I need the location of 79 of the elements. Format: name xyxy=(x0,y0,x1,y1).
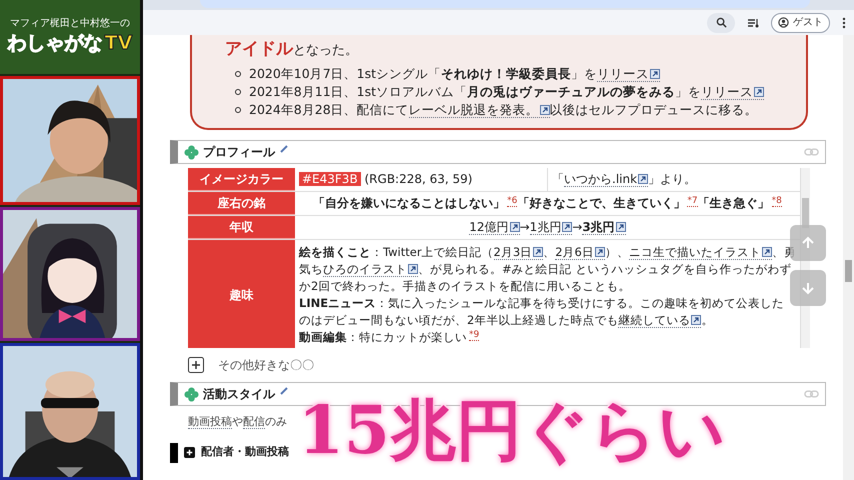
profile-button[interactable]: ゲスト xyxy=(771,12,830,32)
external-link-icon xyxy=(638,174,648,184)
external-link-icon xyxy=(616,222,626,232)
link-icon[interactable] xyxy=(804,389,819,399)
link[interactable]: 動画投稿 xyxy=(188,415,232,429)
footnote-link[interactable]: *8 xyxy=(772,196,782,206)
link[interactable]: 12億円 xyxy=(469,220,520,235)
link-icon[interactable] xyxy=(804,147,819,157)
caption: 15兆円ぐらい xyxy=(298,390,726,471)
section-title: 活動スタイル xyxy=(203,386,275,403)
pencil-icon[interactable] xyxy=(279,144,289,154)
external-link-icon xyxy=(408,264,418,274)
external-link-icon xyxy=(650,69,660,79)
footnote-link[interactable]: *9 xyxy=(469,330,480,340)
table-cell-text: #E43F3B (RGB:228, 63, 59) xyxy=(299,170,472,189)
zoom-icon xyxy=(716,17,726,28)
clover-icon xyxy=(184,144,199,160)
link[interactable]: リリース xyxy=(597,66,660,82)
table-cell-text: 12億円 →1兆円 →3兆円 xyxy=(469,218,626,237)
list-item: 2024年8月28日、配信にて レーベル脱退を発表。 以後はセルフプロデュースに移る。 xyxy=(249,101,758,119)
external-link-icon xyxy=(691,315,702,325)
expand-icon[interactable] xyxy=(188,357,204,373)
link[interactable]: リリース xyxy=(701,84,764,100)
external-link-icon xyxy=(540,105,550,115)
link[interactable]: ニコ生で描いたイラスト xyxy=(628,245,772,260)
media-icon[interactable] xyxy=(747,16,759,28)
logo-title: わしゃがな xyxy=(8,31,103,56)
link[interactable]: 2月3日 xyxy=(494,245,544,260)
footnote-link[interactable]: *6 xyxy=(507,196,518,206)
scrollbar[interactable] xyxy=(843,35,854,480)
link[interactable]: 1兆円 xyxy=(530,220,572,235)
list-item: 2020年10月7日、1stシングル「それゆけ！学級委員長」を リリース xyxy=(249,65,660,83)
external-link-icon xyxy=(594,247,605,257)
external-link-icon xyxy=(510,222,520,232)
color-code: #E43F3B xyxy=(299,172,361,186)
external-link-icon xyxy=(562,222,572,232)
person-icon xyxy=(778,17,789,28)
table-header-cell: 趣味 xyxy=(188,240,295,348)
link[interactable]: 2月6日 xyxy=(555,245,605,260)
arrow-down-icon xyxy=(801,281,815,295)
link[interactable]: 配信 xyxy=(243,415,265,429)
arrow-up-icon xyxy=(801,236,815,250)
bullet xyxy=(235,89,241,95)
link[interactable]: 継続している xyxy=(618,313,702,328)
table-header-cell: 座右の銘 xyxy=(188,192,295,215)
table-cell-text: 動画編集：特にカットが楽しい $^{*9}$ xyxy=(299,329,480,346)
link[interactable]: いつから.link xyxy=(564,172,648,187)
logo-title: TV xyxy=(104,31,132,56)
table-header-cell: イメージカラー xyxy=(188,168,295,191)
table-cell-text: 「自分を嫌いになることはしない」 $^{*6}$「好きなことで、生きていく」 $^{*7}$「生き急ぐ」 $^{*8}$ xyxy=(313,194,782,212)
bullet xyxy=(235,107,241,113)
scrollbar-thumb[interactable] xyxy=(845,260,852,282)
pencil-icon[interactable] xyxy=(279,386,289,396)
link[interactable]: 3兆円 xyxy=(582,220,626,235)
scrollbar-thumb[interactable] xyxy=(802,198,809,228)
external-link-icon xyxy=(533,247,544,257)
expand-toggle[interactable]: その他好きな〇〇 xyxy=(218,356,314,374)
logo-subtitle: マフィア梶田と中村悠一の xyxy=(10,18,130,30)
table-header-cell: 年収 xyxy=(188,216,295,239)
section-bar xyxy=(170,442,178,462)
link[interactable]: ひろのイラスト xyxy=(323,262,418,277)
link[interactable]: レーベル脱退を発表。 xyxy=(408,102,550,118)
external-link-icon xyxy=(754,87,764,97)
zoom-button[interactable] xyxy=(707,12,735,32)
table-cell-text: 「いつから.link 」より。 xyxy=(552,171,696,189)
clover-icon xyxy=(184,386,199,402)
card-text: アイドルとなった。 xyxy=(225,38,359,61)
menu-icon[interactable] xyxy=(842,16,846,28)
list-item: 2021年8月11日、1stソロアルバム「月の兎はヴァーチュアルの夢をみる」を リリース xyxy=(249,83,764,101)
footnote-link[interactable]: *7 xyxy=(687,196,698,206)
scroll-down-button[interactable] xyxy=(790,270,826,306)
external-link-icon xyxy=(762,247,772,257)
table-cell-text: 絵を描くこと：Twitter上で絵日記（2月3日 、2月6日 ）、ニコ生で描いたイラスト 、勇気ち ひろのイラスト 、が見られる。#みと絵日記 というハッシュタグを自ら作ったがわずか2回で終わった。手描きのイラストを配信に用いることも。 xyxy=(299,244,796,295)
table-cell-text: LINEニュース：気に入ったシュールな記事を待ち受けにする。この趣味を初めて公表したのはデビュー間もない頃だが、2年半以上経過した時点でも継続している 。 xyxy=(299,295,786,329)
section-title: プロフィール xyxy=(203,144,275,161)
section-title: 配信者・動画投稿 xyxy=(201,444,289,460)
bullet xyxy=(235,71,241,77)
paragraph: 動画投稿や配信のみ xyxy=(188,414,287,430)
expand-icon[interactable] xyxy=(184,447,195,458)
